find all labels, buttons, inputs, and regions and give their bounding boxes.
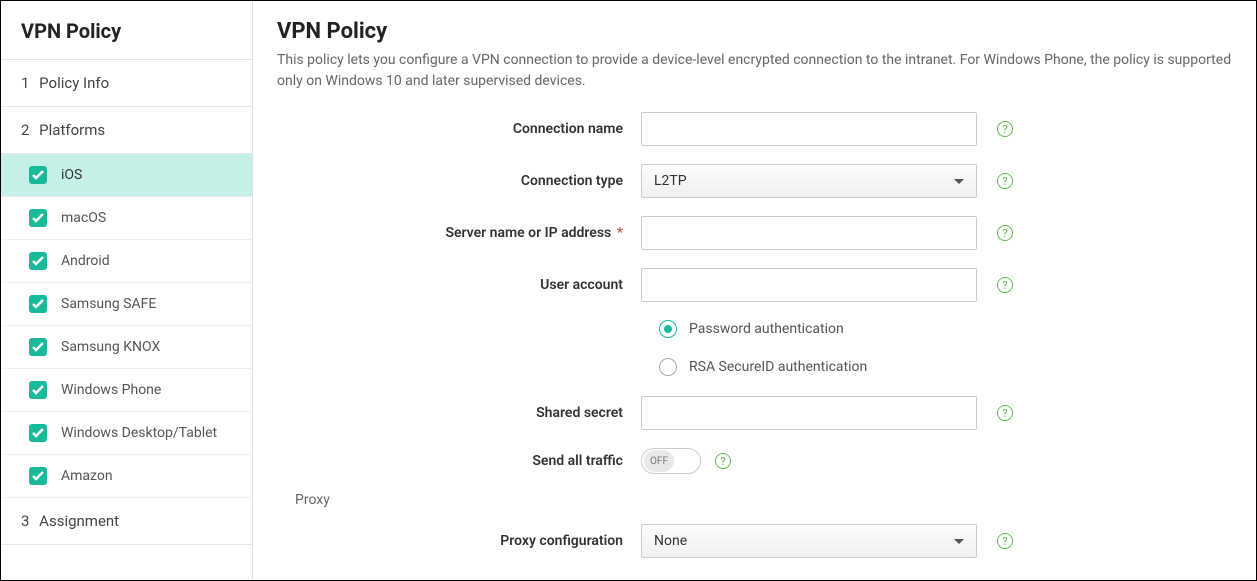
nav-label-policy-info: Policy Info bbox=[39, 74, 109, 92]
platform-label: iOS bbox=[61, 167, 82, 183]
sidebar-item-amazon[interactable]: Amazon bbox=[1, 455, 252, 498]
sidebar-title: VPN Policy bbox=[1, 1, 252, 60]
platform-label: Android bbox=[61, 253, 110, 269]
label-send-all: Send all traffic bbox=[277, 453, 641, 469]
help-icon[interactable]: ? bbox=[997, 121, 1013, 137]
checkbox-icon bbox=[29, 467, 47, 485]
nav-num-2: 2 bbox=[21, 121, 29, 139]
nav-assignment[interactable]: 3 Assignment bbox=[1, 498, 252, 545]
nav-platforms[interactable]: 2 Platforms bbox=[1, 107, 252, 154]
sidebar-item-android[interactable]: Android bbox=[1, 240, 252, 283]
label-proxy-config: Proxy configuration bbox=[277, 533, 641, 549]
checkbox-icon bbox=[29, 295, 47, 313]
main-panel: VPN Policy This policy lets you configur… bbox=[253, 1, 1256, 580]
platform-label: macOS bbox=[61, 210, 106, 226]
sidebar-item-macos[interactable]: macOS bbox=[1, 197, 252, 240]
row-connection-type: Connection type L2TP ? bbox=[277, 164, 1232, 198]
checkbox-icon bbox=[29, 424, 47, 442]
checkbox-icon bbox=[29, 338, 47, 356]
nav-num-1: 1 bbox=[21, 74, 29, 92]
user-account-input[interactable] bbox=[641, 268, 977, 302]
checkbox-icon bbox=[29, 252, 47, 270]
platform-label: Windows Phone bbox=[61, 382, 161, 398]
connection-name-input[interactable] bbox=[641, 112, 977, 146]
nav-label-platforms: Platforms bbox=[39, 121, 105, 139]
sidebar: VPN Policy 1 Policy Info 2 Platforms iOS… bbox=[1, 1, 253, 580]
radio-icon bbox=[659, 358, 677, 376]
row-proxy-config: Proxy configuration None ? bbox=[277, 524, 1232, 558]
connection-type-select[interactable]: L2TP bbox=[641, 164, 977, 198]
proxy-config-select[interactable]: None bbox=[641, 524, 977, 558]
row-server: Server name or IP address * ? bbox=[277, 216, 1232, 250]
radio-icon bbox=[659, 320, 677, 338]
radio-rsa-auth[interactable]: RSA SecureID authentication bbox=[659, 358, 1232, 376]
row-shared-secret: Shared secret ? bbox=[277, 396, 1232, 430]
platform-label: Samsung SAFE bbox=[61, 296, 156, 312]
platform-label: Samsung KNOX bbox=[61, 339, 160, 355]
sidebar-item-samsung-knox[interactable]: Samsung KNOX bbox=[1, 326, 252, 369]
radio-password-label: Password authentication bbox=[689, 321, 844, 337]
row-connection-name: Connection name ? bbox=[277, 112, 1232, 146]
sidebar-item-windows-desktop[interactable]: Windows Desktop/Tablet bbox=[1, 412, 252, 455]
label-server-text: Server name or IP address bbox=[445, 225, 611, 241]
platform-label: Amazon bbox=[61, 468, 113, 484]
nav-num-3: 3 bbox=[21, 512, 29, 530]
label-server: Server name or IP address * bbox=[277, 225, 641, 241]
sidebar-item-samsung-safe[interactable]: Samsung SAFE bbox=[1, 283, 252, 326]
chevron-down-icon bbox=[954, 539, 964, 544]
platform-label: Windows Desktop/Tablet bbox=[61, 425, 217, 441]
label-shared-secret: Shared secret bbox=[277, 405, 641, 421]
page-description: This policy lets you configure a VPN con… bbox=[277, 50, 1232, 92]
help-icon[interactable]: ? bbox=[997, 225, 1013, 241]
page-title: VPN Policy bbox=[277, 19, 1232, 44]
row-send-all: Send all traffic OFF ? bbox=[277, 448, 1232, 474]
toggle-knob: OFF bbox=[644, 450, 674, 472]
help-icon[interactable]: ? bbox=[997, 405, 1013, 421]
radio-password-auth[interactable]: Password authentication bbox=[659, 320, 1232, 338]
server-input[interactable] bbox=[641, 216, 977, 250]
required-mark: * bbox=[617, 225, 623, 241]
help-icon[interactable]: ? bbox=[997, 173, 1013, 189]
checkbox-icon bbox=[29, 166, 47, 184]
sidebar-item-windows-phone[interactable]: Windows Phone bbox=[1, 369, 252, 412]
proxy-section-label: Proxy bbox=[295, 492, 1232, 508]
nav-policy-info[interactable]: 1 Policy Info bbox=[1, 60, 252, 107]
checkbox-icon bbox=[29, 209, 47, 227]
checkbox-icon bbox=[29, 381, 47, 399]
label-user-account: User account bbox=[277, 277, 641, 293]
radio-rsa-label: RSA SecureID authentication bbox=[689, 359, 867, 375]
proxy-config-value: None bbox=[654, 533, 687, 549]
help-icon[interactable]: ? bbox=[997, 533, 1013, 549]
label-connection-type: Connection type bbox=[277, 173, 641, 189]
nav-label-assignment: Assignment bbox=[39, 512, 119, 530]
help-icon[interactable]: ? bbox=[997, 277, 1013, 293]
shared-secret-input[interactable] bbox=[641, 396, 977, 430]
sidebar-item-ios[interactable]: iOS bbox=[1, 154, 252, 197]
chevron-down-icon bbox=[954, 179, 964, 184]
send-all-toggle[interactable]: OFF bbox=[641, 448, 701, 474]
help-icon[interactable]: ? bbox=[715, 453, 731, 469]
label-connection-name: Connection name bbox=[277, 121, 641, 137]
connection-type-value: L2TP bbox=[654, 173, 687, 189]
row-user-account: User account ? bbox=[277, 268, 1232, 302]
